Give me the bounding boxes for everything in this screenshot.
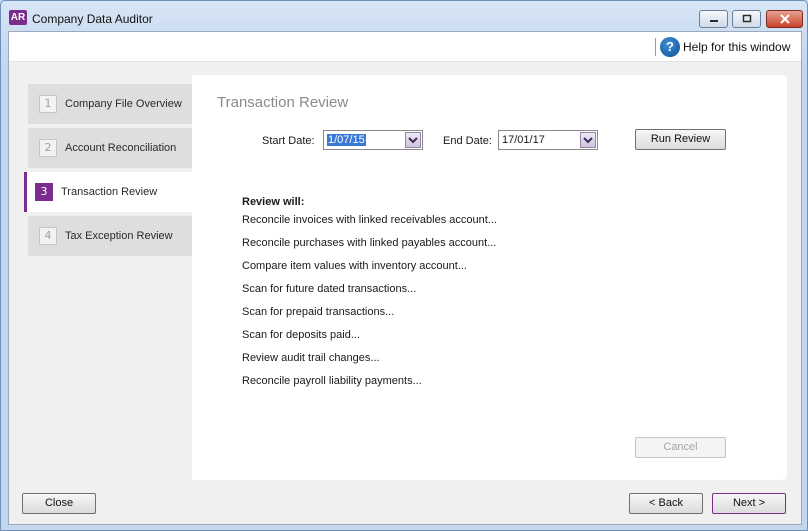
end-date-field[interactable]: 17/01/17 [498,130,598,150]
maximize-button[interactable] [732,10,761,28]
review-item: Scan for future dated transactions... [242,283,417,295]
close-button[interactable]: Close [22,493,96,514]
restore-icon [742,14,751,23]
step-transaction-review[interactable]: 3 Transaction Review [24,172,192,212]
help-icon[interactable]: ? [660,37,680,57]
app-window: AR Company Data Auditor ? Help for this … [0,0,808,531]
review-item: Compare item values with inventory accou… [242,260,467,272]
step-label: Tax Exception Review [65,230,173,242]
step-label: Transaction Review [61,186,158,198]
step-number: 1 [39,95,57,113]
start-date-dropdown-button[interactable] [405,132,421,148]
start-date-label: Start Date: [262,135,315,147]
review-item: Reconcile invoices with linked receivabl… [242,214,497,226]
start-date-field[interactable]: 1/07/15 [323,130,423,150]
step-label: Company File Overview [65,98,182,110]
review-item: Review audit trail changes... [242,352,380,364]
review-item: Scan for prepaid transactions... [242,306,395,318]
end-date-dropdown-button[interactable] [580,132,596,148]
transaction-review-panel: Transaction Review Start Date: 1/07/15 E… [192,75,787,480]
chevron-down-icon [583,137,593,144]
end-date-value[interactable]: 17/01/17 [502,134,545,146]
next-button[interactable]: Next > [712,493,786,514]
step-tax-exception-review[interactable]: 4 Tax Exception Review [28,216,192,256]
minimize-icon [709,20,718,22]
wizard-steps: 1 Company File Overview 2 Account Reconc… [24,84,192,260]
step-company-file-overview[interactable]: 1 Company File Overview [28,84,192,124]
help-bar: ? Help for this window [9,32,801,62]
cancel-button[interactable]: Cancel [635,437,726,458]
title-bar[interactable]: AR Company Data Auditor [1,1,807,31]
close-icon [779,14,790,24]
run-review-button[interactable]: Run Review [635,129,726,150]
step-number: 2 [39,139,57,157]
start-date-value[interactable]: 1/07/15 [327,134,366,146]
help-link[interactable]: Help for this window [683,40,790,54]
step-number: 4 [39,227,57,245]
step-label: Account Reconciliation [65,142,177,154]
step-number: 3 [35,183,53,201]
review-item: Reconcile purchases with linked payables… [242,237,497,249]
help-separator [655,38,656,56]
window-close-button[interactable] [766,10,803,28]
chevron-down-icon [408,137,418,144]
app-logo-icon: AR [9,10,27,25]
step-account-reconciliation[interactable]: 2 Account Reconciliation [28,128,192,168]
review-list: Reconcile invoices with linked receivabl… [242,213,497,397]
review-item: Reconcile payroll liability payments... [242,375,422,387]
back-button[interactable]: < Back [629,493,703,514]
client-area: ? Help for this window 1 Company File Ov… [8,31,802,525]
minimize-button[interactable] [699,10,728,28]
review-heading: Review will: [242,196,305,208]
window-title: Company Data Auditor [32,12,153,26]
page-title: Transaction Review [217,94,349,111]
review-item: Scan for deposits paid... [242,329,361,341]
end-date-label: End Date: [443,135,492,147]
